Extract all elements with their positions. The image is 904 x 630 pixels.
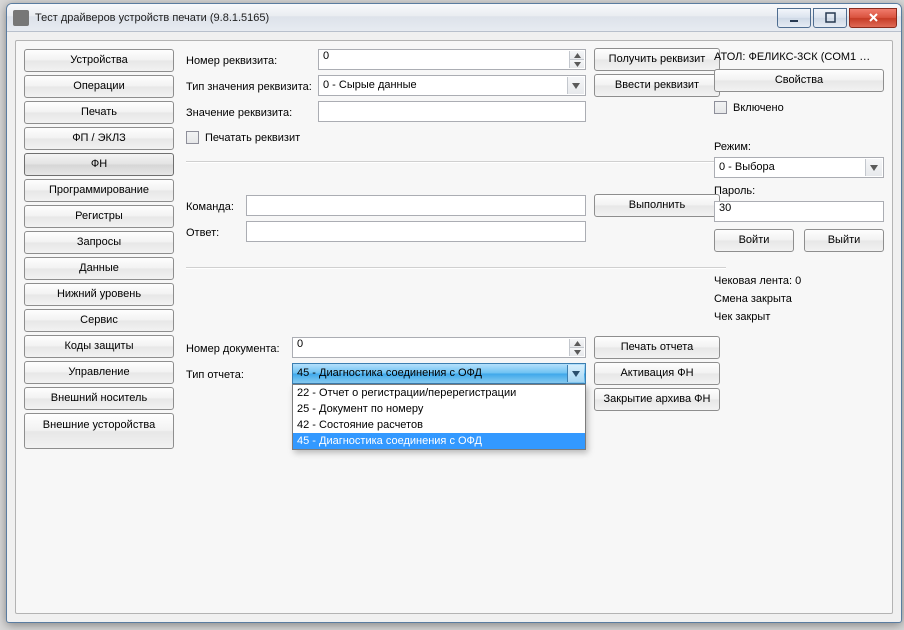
print-requisite-check[interactable]: Печатать реквизит bbox=[186, 129, 300, 146]
req-number-input[interactable]: 0 bbox=[318, 49, 586, 70]
report-type-combo[interactable]: 45 - Диагностика соединения с ОФД bbox=[292, 363, 586, 384]
enabled-check[interactable]: Включено bbox=[714, 99, 784, 116]
nav-operations[interactable]: Операции bbox=[24, 75, 174, 98]
dropdown-item[interactable]: 25 - Документ по номеру bbox=[293, 401, 585, 417]
checkbox-icon bbox=[714, 101, 727, 114]
spin-down-icon bbox=[569, 347, 584, 356]
doc-num-spin[interactable] bbox=[569, 339, 584, 356]
chevron-down-icon[interactable] bbox=[865, 159, 882, 176]
req-number-value: 0 bbox=[323, 50, 329, 62]
minimize-button[interactable] bbox=[777, 8, 811, 28]
req-value-label: Значение реквизита: bbox=[186, 103, 292, 124]
report-type-value: 45 - Диагностика соединения с ОФД bbox=[297, 367, 482, 379]
req-type-value: 0 - Сырые данные bbox=[323, 79, 417, 91]
nav-registers[interactable]: Регистры bbox=[24, 205, 174, 228]
doc-num-value: 0 bbox=[297, 338, 303, 350]
chevron-down-icon[interactable] bbox=[567, 77, 584, 94]
spin-up-icon bbox=[569, 339, 584, 347]
execute-button[interactable]: Выполнить bbox=[594, 194, 720, 217]
window-title: Тест драйверов устройств печати (9.8.1.5… bbox=[35, 12, 777, 24]
app-icon bbox=[13, 10, 29, 26]
mode-combo[interactable]: 0 - Выбора bbox=[714, 157, 884, 178]
client-area: Устройства Операции Печать ФП / ЭКЛЗ ФН … bbox=[15, 40, 893, 614]
nav-external-media[interactable]: Внешний носитель bbox=[24, 387, 174, 410]
separator-2 bbox=[186, 267, 726, 269]
nav-fn[interactable]: ФН bbox=[24, 153, 174, 176]
logout-button[interactable]: Выйти bbox=[804, 229, 884, 252]
activate-fn-button[interactable]: Активация ФН bbox=[594, 362, 720, 385]
mode-label: Режим: bbox=[714, 141, 751, 153]
set-requisite-button[interactable]: Ввести реквизит bbox=[594, 74, 720, 97]
nav-devices[interactable]: Устройства bbox=[24, 49, 174, 72]
ans-label: Ответ: bbox=[186, 223, 219, 244]
password-label: Пароль: bbox=[714, 185, 755, 197]
device-name: АТОЛ: ФЕЛИКС-3СК (COM1 … bbox=[714, 51, 884, 63]
tape-status: Чековая лента: 0 bbox=[714, 275, 801, 287]
close-button[interactable] bbox=[849, 8, 897, 28]
enabled-label: Включено bbox=[733, 102, 784, 114]
doc-num-label: Номер документа: bbox=[186, 339, 280, 360]
print-report-button[interactable]: Печать отчета bbox=[594, 336, 720, 359]
shift-status: Смена закрыта bbox=[714, 293, 792, 305]
report-type-dropdown[interactable]: 22 - Отчет о регистрации/перерегистрации… bbox=[292, 384, 586, 450]
req-number-label: Номер реквизита: bbox=[186, 51, 277, 72]
close-archive-button[interactable]: Закрытие архива ФН bbox=[594, 388, 720, 411]
dropdown-item-selected[interactable]: 45 - Диагностика соединения с ОФД bbox=[293, 433, 585, 449]
password-input[interactable]: 30 bbox=[714, 201, 884, 222]
req-number-spin[interactable] bbox=[569, 51, 584, 68]
get-requisite-button[interactable]: Получить реквизит bbox=[594, 48, 720, 71]
dropdown-item[interactable]: 42 - Состояние расчетов bbox=[293, 417, 585, 433]
spin-down-icon bbox=[569, 59, 584, 68]
nav-fp-eklz[interactable]: ФП / ЭКЛЗ bbox=[24, 127, 174, 150]
dropdown-item[interactable]: 22 - Отчет о регистрации/перерегистрации bbox=[293, 385, 585, 401]
nav-external-devices[interactable]: Внешние усторойства bbox=[24, 413, 174, 449]
doc-num-input[interactable]: 0 bbox=[292, 337, 586, 358]
sidebar: Устройства Операции Печать ФП / ЭКЛЗ ФН … bbox=[24, 49, 174, 449]
app-window: Тест драйверов устройств печати (9.8.1.5… bbox=[6, 3, 902, 623]
nav-service[interactable]: Сервис bbox=[24, 309, 174, 332]
titlebar[interactable]: Тест драйверов устройств печати (9.8.1.5… bbox=[7, 4, 901, 32]
cheque-status: Чек закрыт bbox=[714, 311, 770, 323]
nav-data[interactable]: Данные bbox=[24, 257, 174, 280]
login-button[interactable]: Войти bbox=[714, 229, 794, 252]
checkbox-icon bbox=[186, 131, 199, 144]
mode-value: 0 - Выбора bbox=[719, 161, 775, 173]
nav-protection[interactable]: Коды защиты bbox=[24, 335, 174, 358]
spin-up-icon bbox=[569, 51, 584, 59]
properties-button[interactable]: Свойства bbox=[714, 69, 884, 92]
separator-1 bbox=[186, 161, 726, 163]
nav-lowlevel[interactable]: Нижний уровень bbox=[24, 283, 174, 306]
cmd-input[interactable] bbox=[246, 195, 586, 216]
nav-print[interactable]: Печать bbox=[24, 101, 174, 124]
report-type-label: Тип отчета: bbox=[186, 365, 244, 386]
ans-input[interactable] bbox=[246, 221, 586, 242]
print-requisite-label: Печатать реквизит bbox=[205, 132, 300, 144]
nav-queries[interactable]: Запросы bbox=[24, 231, 174, 254]
req-type-label: Тип значения реквизита: bbox=[186, 77, 312, 98]
nav-control[interactable]: Управление bbox=[24, 361, 174, 384]
password-value: 30 bbox=[719, 202, 731, 214]
nav-programming[interactable]: Программирование bbox=[24, 179, 174, 202]
cmd-label: Команда: bbox=[186, 197, 234, 218]
req-type-combo[interactable]: 0 - Сырые данные bbox=[318, 75, 586, 96]
chevron-down-icon[interactable] bbox=[567, 365, 584, 382]
maximize-button[interactable] bbox=[813, 8, 847, 28]
req-value-input[interactable] bbox=[318, 101, 586, 122]
